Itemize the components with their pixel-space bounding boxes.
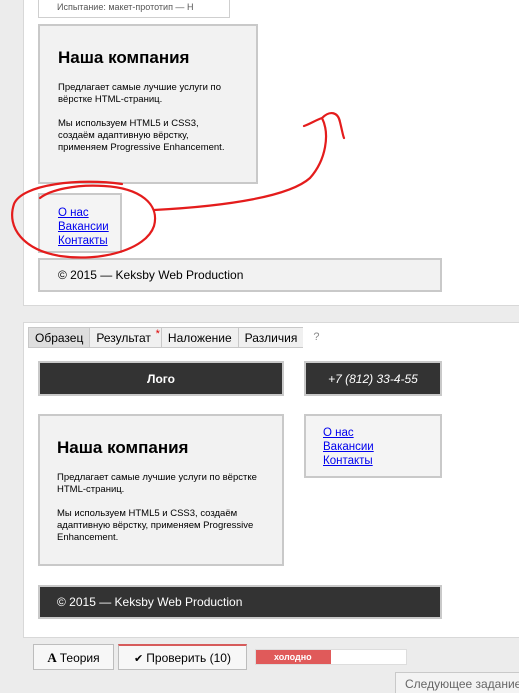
tab-overlay-label: Наложение	[167, 331, 232, 345]
tab-result-label: Результат	[96, 331, 151, 345]
result-title: Наша компания	[58, 48, 190, 67]
reference-title: Наша компания	[57, 438, 189, 457]
result-nav-link-about[interactable]: О нас	[58, 206, 109, 220]
next-task-button[interactable]: Следующее задание	[395, 672, 519, 693]
check-icon: ✔	[134, 652, 144, 665]
tab-differences-label: Различия	[244, 331, 298, 345]
reference-paragraph-2: Мы используем HTML5 и CSS3, создаём адап…	[57, 508, 254, 543]
tab-sample-label: Образец	[35, 331, 84, 345]
temperature-progress: холодно	[255, 649, 407, 665]
tab-sample[interactable]: Образец	[28, 327, 90, 348]
result-nav-link-contacts[interactable]: Контакты	[58, 234, 109, 248]
result-paragraph-2: Мы используем HTML5 и CSS3, создаём адап…	[58, 118, 225, 153]
theory-button[interactable]: A Теория	[33, 644, 114, 670]
reference-nav-block: О нас Вакансии Контакты	[304, 414, 442, 478]
result-paragraph-1: Предлагает самые лучшие услуги по вёрстк…	[58, 82, 221, 105]
result-main-block: Наша компания Предлагает самые лучшие ус…	[38, 24, 258, 184]
progress-label: холодно	[274, 652, 312, 662]
check-button[interactable]: ✔ Проверить (10)	[118, 644, 247, 670]
result-nav-link-vacancies[interactable]: Вакансии	[58, 220, 109, 234]
check-label: Проверить (10)	[146, 651, 231, 665]
tab-differences[interactable]: Различия	[237, 327, 304, 348]
reference-logo: Лого	[38, 361, 284, 396]
reference-nav-link-vacancies[interactable]: Вакансии	[323, 440, 374, 454]
reference-main-block: Наша компания Предлагает самые лучшие ус…	[38, 414, 284, 566]
theory-label: Теория	[59, 651, 100, 665]
reference-nav-link-about[interactable]: О нас	[323, 426, 374, 440]
reference-paragraph-1: Предлагает самые лучшие услуги по вёрстк…	[57, 472, 257, 495]
result-nav-block: О нас Вакансии Контакты	[38, 193, 122, 253]
tab-overlay[interactable]: Наложение	[160, 327, 238, 348]
tab-result[interactable]: Результат *	[89, 327, 161, 348]
help-button[interactable]: ?	[303, 327, 319, 349]
view-tabs: Образец Результат * Наложение Различия ?	[28, 327, 319, 349]
reference-footer: © 2015 — Keksby Web Production	[38, 585, 442, 619]
changed-marker: *	[155, 328, 160, 340]
reference-nav-link-contacts[interactable]: Контакты	[323, 454, 374, 468]
result-footer: © 2015 — Keksby Web Production	[38, 258, 442, 292]
test-caption: Испытание: макет-прототип — Н	[38, 0, 230, 18]
exercise-screen: Испытание: макет-прототип — Н Наша компа…	[0, 0, 519, 693]
reference-phone: +7 (812) 33-4-55	[304, 361, 442, 396]
theory-icon: A	[47, 650, 57, 665]
